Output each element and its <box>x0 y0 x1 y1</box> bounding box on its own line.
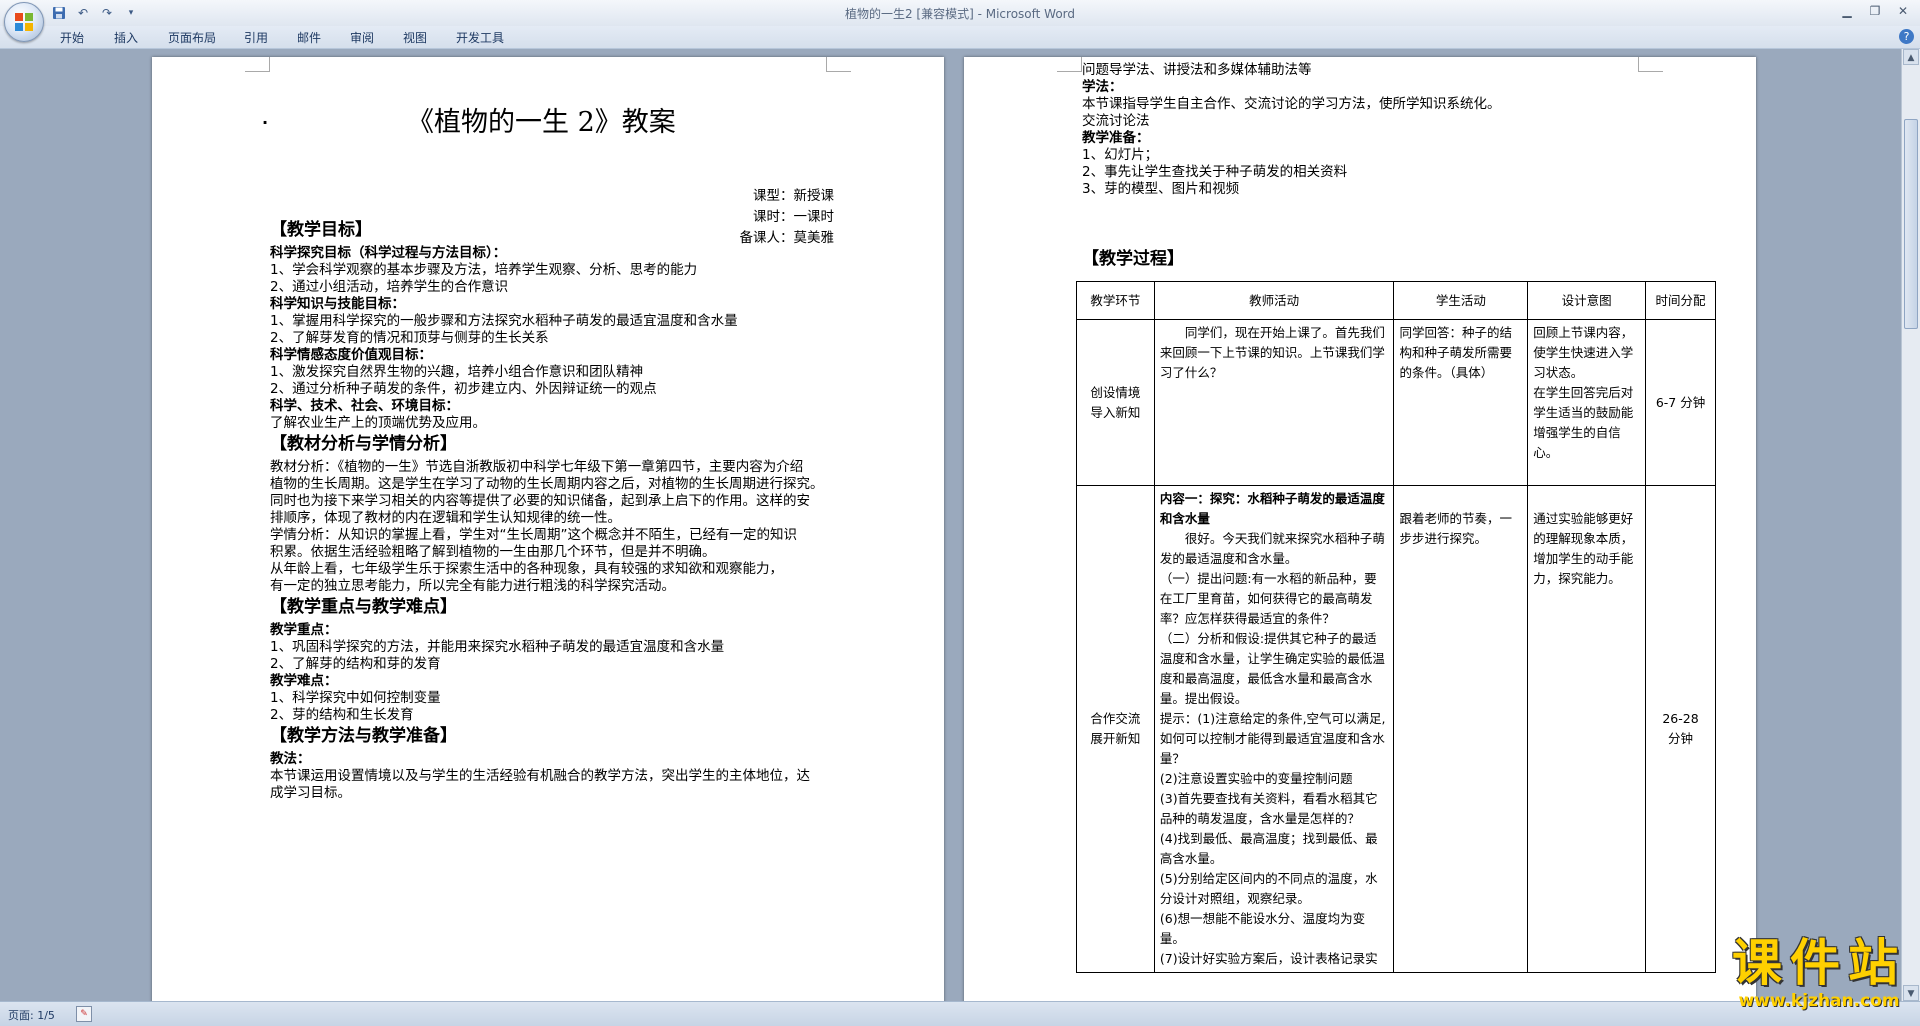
body-line: 有一定的独立思考能力，所以完全有能力进行粗浅的科学探究活动。 <box>270 578 675 594</box>
minimize-icon[interactable]: ▁ <box>1834 2 1860 20</box>
help-icon[interactable]: ? <box>1899 29 1914 44</box>
scroll-up-icon[interactable]: ▲ <box>1903 49 1919 65</box>
lesson-process-table: 教学环节 教师活动 学生活动 设计意图 时间分配 创设情境 导入新知 同学们，现在… <box>1076 281 1716 973</box>
meta-course-hours: 课时：一课时 <box>753 209 834 225</box>
tab-view[interactable]: 视图 <box>403 29 427 46</box>
body-line: 成学习目标。 <box>270 785 351 801</box>
header-stage: 教学环节 <box>1076 281 1155 320</box>
section-heading: 【教材分析与学情分析】 <box>270 434 457 454</box>
time-cell: 26-28 分钟 <box>1645 485 1716 973</box>
section-heading: 【教学重点与教学难点】 <box>270 597 457 617</box>
window-controls: ▁ ❐ ✕ <box>1834 2 1916 20</box>
meta-course-type: 课型：新授课 <box>753 188 834 204</box>
watermark-url: www.kjzhan.com <box>1738 991 1900 1011</box>
teacher-cell: 内容一：探究：水稻种子萌发的最适温度和含水量 很好。今天我们就来探究水稻种子萌发… <box>1153 485 1395 973</box>
close-icon[interactable]: ✕ <box>1890 2 1916 20</box>
status-bar: 页面: 1/5 ✎ <box>0 1001 1920 1026</box>
tab-developer[interactable]: 开发工具 <box>456 29 504 46</box>
time-cell: 6-7 分钟 <box>1645 319 1716 486</box>
header-teacher: 教师活动 <box>1153 281 1395 320</box>
header-intent: 设计意图 <box>1527 281 1647 320</box>
teacher-cell: 同学们，现在开始上课了。首先我们来回顾一下上节课的知识。上节课我们学习了什么？ <box>1153 319 1395 486</box>
vertical-scrollbar[interactable]: ▲ ▼ <box>1901 49 1920 1001</box>
site-watermark: 课件站 www.kjzhan.com <box>1732 935 1906 1011</box>
tab-review[interactable]: 审阅 <box>350 29 374 46</box>
table-row: 合作交流 展开新知 内容一：探究：水稻种子萌发的最适温度和含水量 很好。今天我们就… <box>1076 485 1716 973</box>
bullet-mark: · <box>262 113 269 132</box>
document-page-2[interactable]: 问题导学法、讲授法和多媒体辅助法等 学法： 本节课指导学生自主合作、交流讨论的学习方… <box>964 57 1756 1001</box>
document-workspace[interactable]: · 《植物的一生 2》教案 课型：新授课 课时：一课时 备课人：莫美雅 【教学目… <box>0 49 1902 1001</box>
tab-page-layout[interactable]: 页面布局 <box>168 29 216 46</box>
page-count[interactable]: 页面: 1/5 <box>8 1007 55 1023</box>
crop-mark <box>826 57 851 72</box>
crop-mark <box>245 57 270 72</box>
meta-teacher: 备课人：莫美雅 <box>739 230 835 246</box>
ribbon-tabs: 开始 插入 页面布局 引用 邮件 审阅 视图 开发工具 ? <box>0 26 1920 49</box>
body-line: 3、芽的模型、图片和视频 <box>1082 181 1240 197</box>
body-line: 2、芽的结构和生长发育 <box>270 707 414 723</box>
tab-insert[interactable]: 插入 <box>114 29 138 46</box>
tab-home[interactable]: 开始 <box>60 29 84 46</box>
stage-cell: 创设情境 导入新知 <box>1076 319 1155 486</box>
document-page-1[interactable]: · 《植物的一生 2》教案 课型：新授课 课时：一课时 备课人：莫美雅 【教学目… <box>152 57 944 1001</box>
header-student: 学生活动 <box>1393 281 1529 320</box>
office-logo-icon <box>15 13 33 31</box>
restore-icon[interactable]: ❐ <box>1862 2 1888 20</box>
title-bar: ↶ ↷ ▾ 植物的一生2 [兼容模式] - Microsoft Word ▁ ❐… <box>0 0 1920 27</box>
table-row: 创设情境 导入新知 同学们，现在开始上课了。首先我们来回顾一下上节课的知识。上节课… <box>1076 319 1716 486</box>
tab-references[interactable]: 引用 <box>244 29 268 46</box>
section-heading: 【教学方法与教学准备】 <box>270 726 457 746</box>
scroll-thumb[interactable] <box>1904 119 1918 329</box>
body-line: 本节课运用设置情境以及与学生的生活经验有机融合的教学方法，突出学生的主体地位，达 <box>270 768 810 784</box>
office-button[interactable] <box>4 2 44 42</box>
process-heading: 【教学过程】 <box>1082 249 1184 269</box>
window-title: 植物的一生2 [兼容模式] - Microsoft Word <box>844 7 1076 21</box>
intent-cell: 通过实验能够更好的理解现象本质，增加学生的动手能力，探究能力。 <box>1527 485 1647 973</box>
table-header-row: 教学环节 教师活动 学生活动 设计意图 时间分配 <box>1076 281 1716 320</box>
student-cell: 同学回答：种子的结构和种子萌发所需要的条件。（具体） <box>1393 319 1529 486</box>
crop-mark <box>1638 57 1663 72</box>
tab-mailings[interactable]: 邮件 <box>297 29 321 46</box>
proofing-icon[interactable]: ✎ <box>76 1006 92 1022</box>
student-cell: 跟着老师的节奏，一步步进行探究。 <box>1393 485 1529 973</box>
page-title: 《植物的一生 2》教案 <box>407 107 676 138</box>
section-heading: 【教学目标】 <box>270 220 372 240</box>
crop-mark <box>1057 57 1082 72</box>
header-time: 时间分配 <box>1645 281 1716 320</box>
body-line: 了解农业生产上的顶端优势及应用。 <box>270 415 486 431</box>
intent-cell: 回顾上节课内容，使学生快速进入学习状态。 在学生回答完后对学生适当的鼓励能增强学生… <box>1527 319 1647 486</box>
stage-cell: 合作交流 展开新知 <box>1076 485 1155 973</box>
watermark-text: 课件站 <box>1732 934 1906 992</box>
